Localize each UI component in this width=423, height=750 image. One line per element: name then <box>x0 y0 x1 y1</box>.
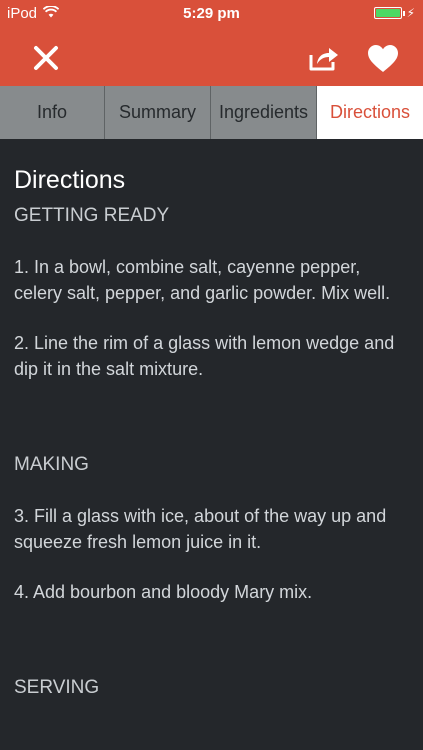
step-item: 3. Fill a glass with ice, about of the w… <box>14 506 387 552</box>
tab-bar: Info Summary Ingredients Directions <box>0 86 423 139</box>
share-icon <box>309 48 338 71</box>
status-bar: iPod 5:29 pm ⚡ <box>0 0 423 28</box>
close-button[interactable] <box>26 38 66 78</box>
battery-icon <box>373 7 402 19</box>
step-item: 1. In a bowl, combine salt, cayenne pepp… <box>14 257 391 303</box>
tab-ingredients[interactable]: Ingredients <box>211 86 317 139</box>
heart-icon <box>368 44 398 72</box>
step-item: 4. Add bourbon and bloody Mary mix. <box>14 582 313 602</box>
favorite-button[interactable] <box>363 38 403 78</box>
page-title: Directions <box>14 166 126 194</box>
tab-directions[interactable]: Directions <box>317 86 423 139</box>
directions-content[interactable]: Directions GETTING READY 1. In a bowl, c… <box>0 139 423 750</box>
section-heading-getting-ready: GETTING READY <box>14 205 170 226</box>
status-time: 5:29 pm <box>183 5 240 22</box>
share-button[interactable] <box>304 38 344 78</box>
section-heading-serving: SERVING <box>14 677 100 698</box>
charging-bolt-icon: ⚡ <box>406 6 415 20</box>
step-item: 2. Line the rim of a glass with lemon we… <box>14 333 395 379</box>
battery-indicator: ⚡ <box>373 6 415 20</box>
navigation-bar <box>0 28 423 86</box>
battery-fill <box>375 9 400 17</box>
tab-summary[interactable]: Summary <box>105 86 211 139</box>
battery-tip <box>402 10 405 16</box>
section-heading-making: MAKING <box>14 454 89 475</box>
close-icon <box>34 46 58 70</box>
tab-info[interactable]: Info <box>0 86 105 139</box>
